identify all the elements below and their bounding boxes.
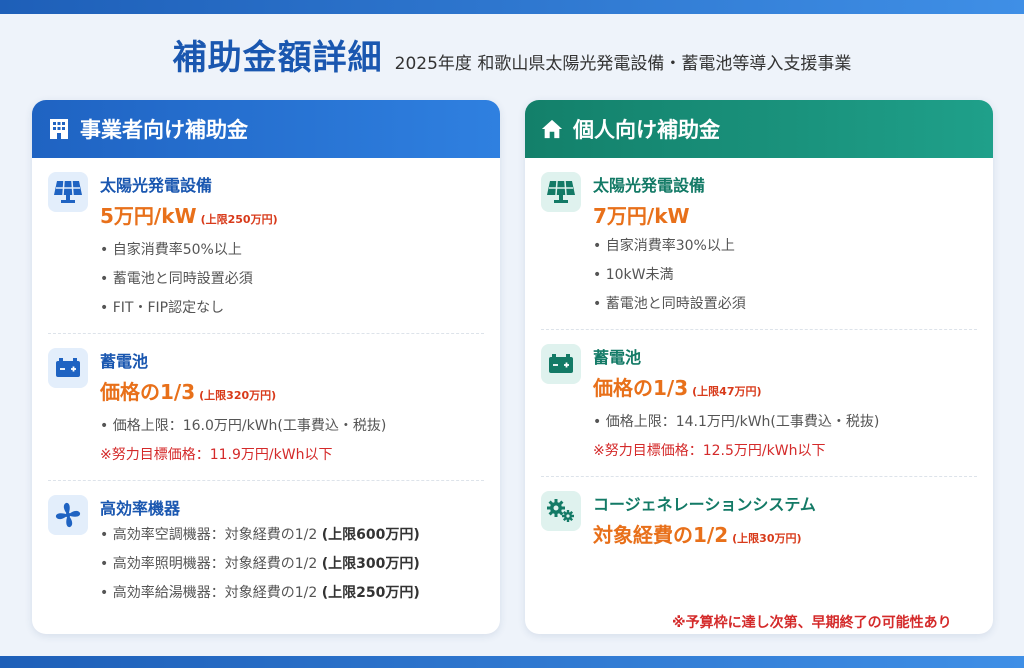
limit-label: (上限47万円): [692, 385, 762, 398]
business-card: 事業者向け補助金 太陽光発電設備 5万円/kW (上限250万円) • 自家消費率…: [32, 100, 500, 634]
limit-label: (上限30万円): [732, 532, 802, 545]
condition-item: • 蓄電池と同時設置必須: [593, 296, 746, 312]
condition-item: • 価格上限：16.0万円/kWh(工事費込・税抜): [100, 418, 387, 434]
target-price-note: ※努力目標価格：12.5万円/kWh以下: [593, 443, 826, 459]
condition-item: • 自家消費率30%以上: [593, 238, 735, 254]
subsidy-amount: 5万円/kW (上限250万円): [100, 204, 278, 228]
building-icon: [48, 118, 70, 140]
individual-solar-section: 太陽光発電設備 7万円/kW • 自家消費率30%以上 • 10kW未満 • 蓄…: [525, 158, 993, 319]
business-solar-section: 太陽光発電設備 5万円/kW (上限250万円) • 自家消費率50%以上 • 蓄…: [32, 158, 500, 323]
business-battery-section: 蓄電池 価格の1/3 (上限320万円) • 価格上限：16.0万円/kWh(工事…: [32, 334, 500, 470]
condition-item: • 価格上限：14.1万円/kWh(工事費込・税抜): [593, 414, 880, 430]
section-name: 高効率機器: [100, 499, 181, 518]
section-name: コージェネレーションシステム: [593, 495, 816, 514]
business-card-header: 事業者向け補助金: [32, 100, 500, 158]
page-header: 補助金額詳細 2025年度 和歌山県太陽光発電設備・蓄電池等導入支援事業: [0, 30, 1024, 80]
section-name: 太陽光発電設備: [100, 176, 213, 195]
subsidy-amount: 対象経費の1/2 (上限30万円): [593, 523, 802, 547]
limit-label: (上限250万円): [200, 213, 278, 226]
subsidy-amount: 価格の1/3 (上限320万円): [100, 380, 277, 404]
page-subtitle: 2025年度 和歌山県太陽光発電設備・蓄電池等導入支援事業: [394, 54, 852, 74]
home-icon: [541, 118, 563, 140]
condition-item: • 自家消費率50%以上: [100, 242, 242, 258]
section-name: 蓄電池: [593, 348, 642, 367]
fan-icon: [48, 495, 88, 535]
target-price-note: ※努力目標価格：11.9万円/kWh以下: [100, 447, 333, 463]
bottom-bar: [0, 656, 1024, 668]
battery-icon: [541, 344, 581, 384]
condition-item: • 10kW未満: [593, 267, 674, 283]
subsidy-amount: 7万円/kW: [593, 204, 690, 228]
section-name: 太陽光発電設備: [593, 176, 706, 195]
battery-icon: [48, 348, 88, 388]
gears-icon: [541, 491, 581, 531]
equipment-item: • 高効率給湯機器：対象経費の1/2 (上限250万円): [100, 585, 420, 601]
business-card-title: 事業者向け補助金: [80, 118, 248, 142]
condition-item: • 蓄電池と同時設置必須: [100, 271, 253, 287]
individual-card: 個人向け補助金 太陽光発電設備 7万円/kW • 自家消費率30%以上 • 10…: [525, 100, 993, 634]
equipment-item: • 高効率照明機器：対象経費の1/2 (上限300万円): [100, 556, 420, 572]
individual-card-header: 個人向け補助金: [525, 100, 993, 158]
budget-note: ※予算枠に達し次第、早期終了の可能性あり: [672, 615, 952, 631]
section-name: 蓄電池: [100, 352, 149, 371]
individual-card-title: 個人向け補助金: [573, 118, 720, 142]
page-title: 補助金額詳細: [172, 38, 383, 78]
subsidy-amount: 価格の1/3 (上限47万円): [593, 376, 762, 400]
individual-battery-section: 蓄電池 価格の1/3 (上限47万円) • 価格上限：14.1万円/kWh(工事費…: [525, 330, 993, 466]
individual-cogen-section: コージェネレーションシステム 対象経費の1/2 (上限30万円): [525, 477, 993, 555]
condition-item: • FIT・FIP認定なし: [100, 300, 225, 316]
solar-panel-icon: [48, 172, 88, 212]
solar-panel-icon: [541, 172, 581, 212]
limit-label: (上限320万円): [199, 389, 277, 402]
equipment-item: • 高効率空調機器：対象経費の1/2 (上限600万円): [100, 527, 420, 543]
business-efficiency-section: 高効率機器 • 高効率空調機器：対象経費の1/2 (上限600万円) • 高効率…: [32, 481, 500, 608]
top-bar: [0, 0, 1024, 14]
